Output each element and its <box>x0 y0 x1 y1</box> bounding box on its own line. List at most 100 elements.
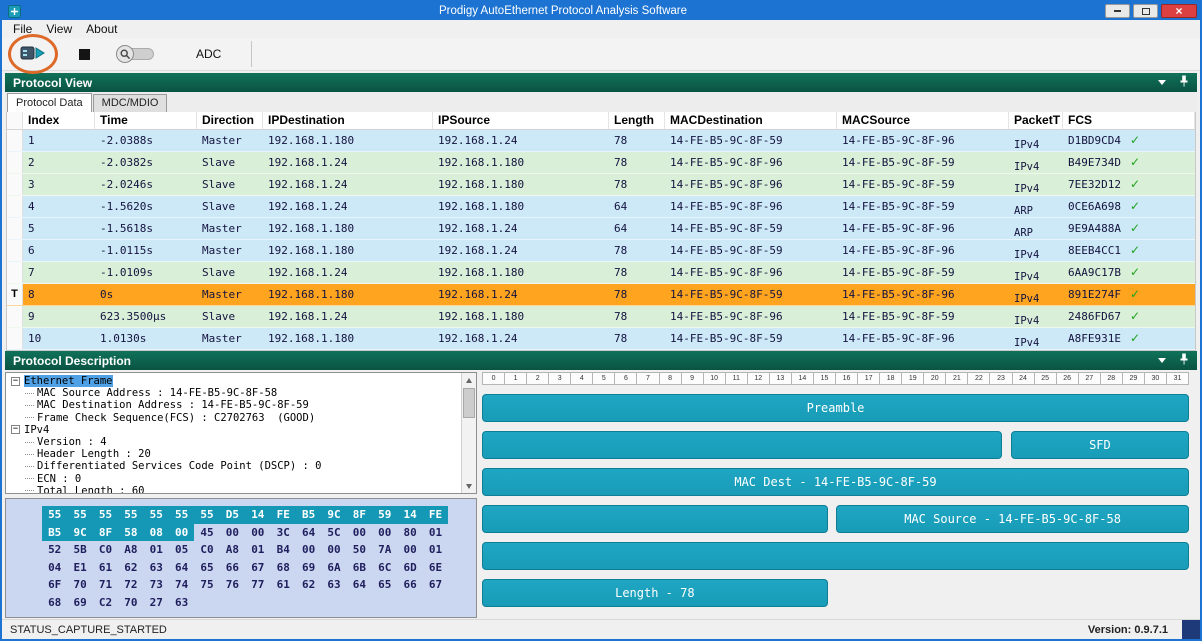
pin-icon[interactable] <box>1179 75 1189 90</box>
bit-ruler-cell: 15 <box>814 372 836 385</box>
minimize-icon <box>1114 10 1121 12</box>
minimize-button[interactable] <box>1105 4 1130 18</box>
table-row[interactable]: 2-2.0382sSlave192.168.1.24192.168.1.1807… <box>7 152 1195 174</box>
hex-byte: 00 <box>397 541 422 559</box>
column-header-ipdestination[interactable]: IPDestination <box>263 112 433 129</box>
close-button[interactable]: × <box>1161 4 1197 18</box>
tree-item[interactable]: −Ethernet Frame <box>9 375 460 387</box>
cell-index: 10 <box>23 328 95 349</box>
hex-byte: 61 <box>271 576 296 594</box>
bit-ruler-cell: 18 <box>880 372 902 385</box>
hex-byte: 73 <box>144 576 169 594</box>
resize-grip <box>1182 620 1200 639</box>
cell-index: 8 <box>23 284 95 305</box>
collapse-arrow-icon[interactable] <box>1158 358 1166 363</box>
column-header-length[interactable]: Length <box>609 112 665 129</box>
table-row[interactable]: T80sMaster192.168.1.180192.168.1.247814-… <box>7 284 1195 306</box>
tree-item[interactable]: Differentiated Services Code Point (DSCP… <box>9 460 460 472</box>
fcs-good-check-icon: ✓ <box>1130 262 1140 283</box>
table-row[interactable]: 9623.3500µsSlave192.168.1.24192.168.1.18… <box>7 306 1195 328</box>
stop-capture-button[interactable] <box>72 42 96 66</box>
menu-bar: FileViewAbout <box>2 20 1200 38</box>
column-header-time[interactable]: Time <box>95 112 197 129</box>
fcs-value: 8EEB4CC1 <box>1068 240 1121 261</box>
protocol-tree: −Ethernet FrameMAC Source Address : 14-F… <box>5 372 477 494</box>
cell-index: 1 <box>23 130 95 151</box>
cell-length: 78 <box>609 152 665 173</box>
tree-item[interactable]: ECN : 0 <box>9 473 460 485</box>
hex-row: 04E16162636465666768696A6B6C6D6E <box>42 559 470 577</box>
tree-expander-icon[interactable]: − <box>11 425 20 434</box>
field-bar-label: MAC Source - 14-FE-B5-9C-8F-58 <box>904 512 1121 526</box>
hex-byte: 3C <box>271 524 296 542</box>
row-marker <box>7 218 23 239</box>
cell-mac-source: 14-FE-B5-9C-8F-59 <box>837 306 1009 327</box>
diagram-row: MAC Source - 14-FE-B5-9C-8F-58 <box>482 505 1189 533</box>
column-header-macdestination[interactable]: MACDestination <box>665 112 837 129</box>
hex-byte: 05 <box>169 541 194 559</box>
tree-item[interactable]: −IPv4 <box>9 424 460 436</box>
scroll-thumb[interactable] <box>463 388 475 418</box>
column-header-fcs[interactable]: FCS <box>1063 112 1195 129</box>
hex-row: B59C8F5808004500003C645C00008001 <box>42 524 470 542</box>
tree-item[interactable]: Header Length : 20 <box>9 448 460 460</box>
tree-scrollbar[interactable] <box>461 373 476 493</box>
tree-expander-icon[interactable]: − <box>11 377 20 386</box>
menu-view[interactable]: View <box>39 22 79 36</box>
magnifier-icon <box>116 45 134 63</box>
hex-byte: A8 <box>220 541 245 559</box>
hex-byte: 01 <box>245 541 270 559</box>
app-window: { "colors": { "title-blue": "#1C73D2", "… <box>0 0 1202 641</box>
maximize-button[interactable] <box>1133 4 1158 18</box>
start-capture-button[interactable] <box>20 44 46 65</box>
column-header-index[interactable]: Index <box>23 112 95 129</box>
pin-icon[interactable] <box>1179 353 1189 368</box>
cell-time: 623.3500µs <box>95 306 197 327</box>
scroll-down-button[interactable] <box>462 479 476 493</box>
hex-row: 55555555555555D514FEB59C8F5914FE <box>42 506 470 524</box>
cell-mac-destination: 14-FE-B5-9C-8F-59 <box>665 130 837 151</box>
cell-fcs: A8FE931E✓ <box>1063 328 1195 349</box>
table-row[interactable]: 5-1.5618sMaster192.168.1.180192.168.1.24… <box>7 218 1195 240</box>
tab-protocol-data[interactable]: Protocol Data <box>7 93 92 112</box>
cell-fcs: B49E734D✓ <box>1063 152 1195 173</box>
cell-mac-source: 14-FE-B5-9C-8F-59 <box>837 152 1009 173</box>
tree-item[interactable]: Version : 4 <box>9 436 460 448</box>
field-bar-label: Length - 78 <box>615 586 694 600</box>
column-header-direction[interactable]: Direction <box>197 112 263 129</box>
tree-item[interactable]: Total Length : 60 <box>9 485 460 494</box>
tab-mdc-mdio[interactable]: MDC/MDIO <box>93 94 168 112</box>
table-row[interactable]: 101.0130sMaster192.168.1.180192.168.1.24… <box>7 328 1195 350</box>
field-bar <box>482 505 828 533</box>
table-row[interactable]: 7-1.0109sSlave192.168.1.24192.168.1.1807… <box>7 262 1195 284</box>
column-header-ipsource[interactable]: IPSource <box>433 112 609 129</box>
tree-item-label: ECN : 0 <box>37 473 81 485</box>
search-toggle[interactable] <box>118 48 154 60</box>
cell-length: 78 <box>609 130 665 151</box>
fcs-good-check-icon: ✓ <box>1130 130 1140 151</box>
column-header-macsource[interactable]: MACSource <box>837 112 1009 129</box>
fcs-good-check-icon: ✓ <box>1130 328 1140 349</box>
column-header-packett[interactable]: PacketT <box>1009 112 1063 129</box>
menu-file[interactable]: File <box>6 22 39 36</box>
tree-item[interactable]: MAC Source Address : 14-FE-B5-9C-8F-58 <box>9 387 460 399</box>
tree-item[interactable]: Frame Check Sequence(FCS) : C2702763 (GO… <box>9 412 460 424</box>
bit-ruler-cell: 21 <box>946 372 968 385</box>
tree-item-label: Ethernet Frame <box>24 375 113 387</box>
cell-packet-type: IPv4 <box>1009 240 1063 261</box>
table-row[interactable]: 3-2.0246sSlave192.168.1.24192.168.1.1807… <box>7 174 1195 196</box>
collapse-arrow-icon[interactable] <box>1158 80 1166 85</box>
cell-time: -2.0382s <box>95 152 197 173</box>
hex-byte: 08 <box>144 524 169 542</box>
cell-fcs: 9E9A488A✓ <box>1063 218 1195 239</box>
adc-button[interactable]: ADC <box>196 47 221 61</box>
table-row[interactable]: 1-2.0388sMaster192.168.1.180192.168.1.24… <box>7 130 1195 152</box>
menu-about[interactable]: About <box>79 22 124 36</box>
table-row[interactable]: 4-1.5620sSlave192.168.1.24192.168.1.1806… <box>7 196 1195 218</box>
cell-mac-destination: 14-FE-B5-9C-8F-59 <box>665 328 837 349</box>
cell-time: -1.0115s <box>95 240 197 261</box>
scroll-up-button[interactable] <box>462 373 476 387</box>
tree-item[interactable]: MAC Destination Address : 14-FE-B5-9C-8F… <box>9 399 460 411</box>
table-row[interactable]: 6-1.0115sMaster192.168.1.180192.168.1.24… <box>7 240 1195 262</box>
fcs-value: 6AA9C17B <box>1068 262 1121 283</box>
